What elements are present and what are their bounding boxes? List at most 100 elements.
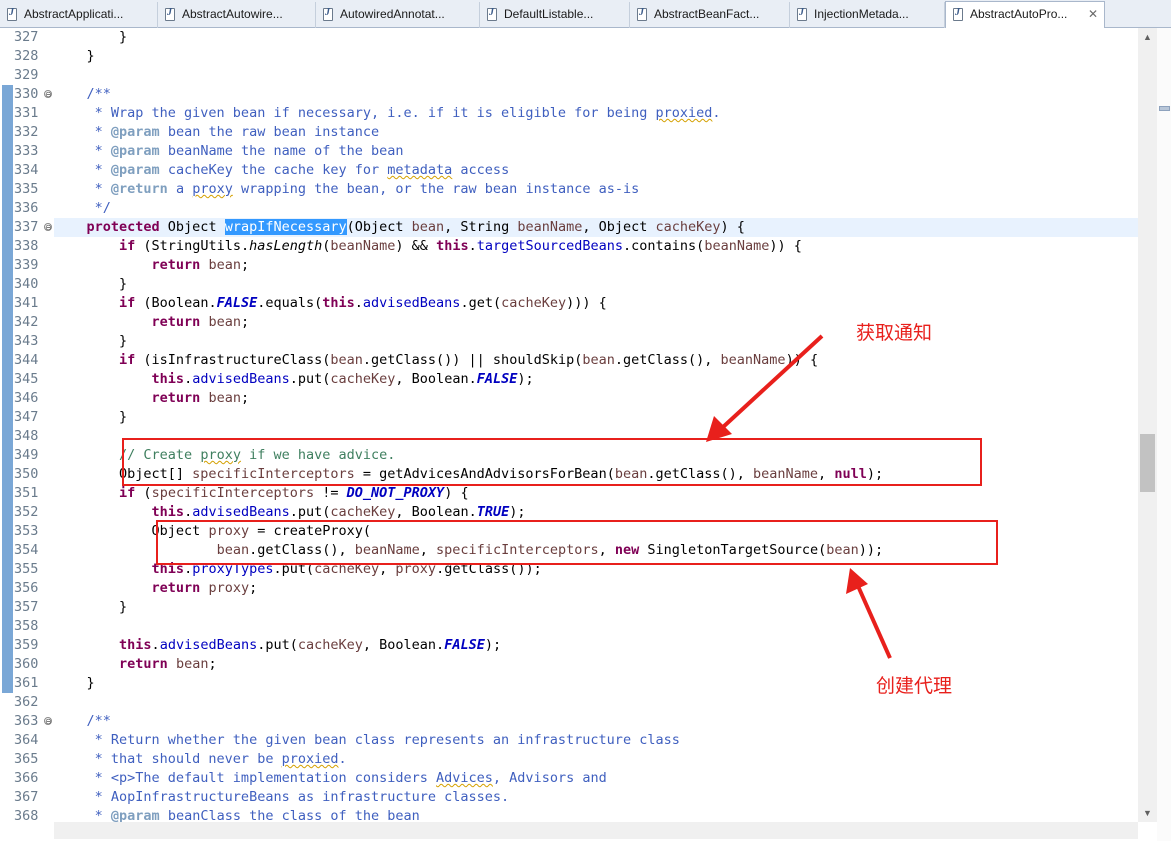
code-line[interactable]: * AopInfrastructureBeans as infrastructu… — [54, 788, 510, 807]
editor-tab[interactable]: DefaultListable... — [480, 2, 630, 28]
code-line[interactable]: } — [54, 674, 95, 693]
code-token: @param — [110, 162, 160, 178]
code-line[interactable]: } — [54, 408, 127, 427]
code-line[interactable]: * <p>The default implementation consider… — [54, 769, 607, 788]
code-token: ; — [240, 390, 250, 406]
line-number: 349 — [14, 447, 39, 463]
code-line[interactable]: return bean; — [54, 313, 250, 332]
code-line[interactable]: * Wrap the given bean if necessary, i.e.… — [54, 104, 721, 123]
code-line[interactable]: protected Object wrapIfNecessary(Object … — [54, 218, 745, 237]
editor-tab[interactable]: AutowiredAnnotat... — [316, 2, 480, 28]
code-line[interactable]: * @param beanName the name of the bean — [54, 142, 404, 161]
line-number: 346 — [14, 390, 39, 406]
horizontal-scrollbar[interactable] — [54, 822, 1138, 839]
close-tab-icon[interactable]: ✕ — [1088, 7, 1098, 21]
line-number: 359 — [14, 637, 39, 653]
code-line[interactable]: } — [54, 598, 127, 617]
line-number: 350 — [14, 466, 39, 482]
code-line[interactable]: } — [54, 332, 127, 351]
editor-tab[interactable]: AbstractApplicati... — [0, 2, 158, 28]
code-line[interactable]: * @param cacheKey the cache key for meta… — [54, 161, 510, 180]
code-token: access — [452, 162, 510, 178]
code-token: .put( — [257, 637, 298, 653]
editor-tab[interactable]: AbstractAutoPro... ✕ — [945, 1, 1105, 28]
fold-toggle-icon[interactable]: ⊖ — [44, 717, 52, 726]
code-token: @return — [110, 181, 168, 197]
editor-tab[interactable]: InjectionMetada... — [790, 2, 945, 28]
code-line[interactable]: */ — [54, 199, 111, 218]
code-line[interactable]: * @param bean the raw bean instance — [54, 123, 380, 142]
code-editor[interactable]: 327 328 329 330 331 332 333 334 335 336 337 338 339 3… — [0, 28, 1171, 841]
code-line[interactable]: * Return whether the given bean class re… — [54, 731, 680, 750]
code-token: bean — [330, 352, 363, 368]
overview-ruler-mark[interactable] — [1159, 106, 1170, 111]
code-line[interactable]: * @return a proxy wrapping the bean, or … — [54, 180, 640, 199]
code-token: return — [151, 390, 201, 406]
code-line[interactable]: if (StringUtils.hasLength(beanName) && t… — [54, 237, 802, 256]
code-line[interactable]: this.advisedBeans.put(cacheKey, Boolean.… — [54, 636, 501, 655]
code-line[interactable]: this.advisedBeans.put(cacheKey, Boolean.… — [54, 370, 534, 389]
editor-tab-label: AbstractAutowire... — [182, 7, 283, 21]
code-line[interactable]: /** — [54, 712, 111, 731]
code-token: if — [119, 485, 136, 501]
code-token: hasLength — [249, 238, 323, 254]
code-line[interactable]: return bean; — [54, 256, 250, 275]
code-token: return — [151, 580, 201, 596]
annotation-label-get-advice: 获取通知 — [856, 322, 933, 344]
line-number: 330 — [14, 86, 39, 102]
code-token: * that should never be — [54, 751, 282, 767]
code-token: .put( — [289, 371, 331, 387]
code-line[interactable]: } — [54, 28, 127, 47]
code-line[interactable]: if (isInfrastructureClass(bean.getClass(… — [54, 351, 818, 370]
code-line[interactable]: * that should never be proxied. — [54, 750, 347, 769]
code-line[interactable]: /** — [54, 85, 111, 104]
line-number: 367 — [14, 789, 39, 805]
editor-tab-label: AbstractAutoPro... — [970, 7, 1068, 21]
code-token: bean — [208, 257, 241, 273]
fold-toggle-icon[interactable]: ⊖ — [44, 223, 52, 232]
vertical-scroll-thumb[interactable] — [1140, 434, 1155, 492]
code-token: bean — [208, 314, 241, 330]
line-number: 365 — [14, 751, 39, 767]
code-line[interactable]: } — [54, 275, 127, 294]
scroll-up-arrow-icon[interactable]: ▲ — [1140, 30, 1155, 44]
line-number: 347 — [14, 409, 39, 425]
code-token: if — [119, 295, 136, 311]
scroll-down-arrow-icon[interactable]: ▼ — [1140, 806, 1155, 820]
code-token: * <p>The default implementation consider… — [54, 770, 437, 786]
code-token: DO_NOT_PROXY — [346, 485, 445, 501]
editor-tab[interactable]: AbstractBeanFact... — [630, 2, 790, 28]
overview-ruler[interactable] — [1157, 28, 1171, 841]
code-line[interactable]: if (specificInterceptors != DO_NOT_PROXY… — [54, 484, 469, 503]
java-file-icon — [487, 7, 497, 21]
code-token: (StringUtils. — [135, 238, 250, 254]
line-number: 368 — [14, 808, 39, 824]
code-token: return — [151, 314, 201, 330]
vertical-scrollbar[interactable] — [1138, 28, 1157, 822]
java-file-icon — [7, 7, 17, 21]
code-token: .getClass(), — [614, 352, 721, 368]
code-token: FALSE — [216, 295, 258, 311]
code-line[interactable]: if (Boolean.FALSE.equals(this.advisedBea… — [54, 294, 607, 313]
line-number: 363 — [14, 713, 39, 729]
java-file-icon — [165, 7, 175, 21]
editor-tab-label: DefaultListable... — [504, 7, 594, 21]
code-token: } — [54, 29, 128, 45]
code-token: beanName — [330, 238, 396, 254]
code-token: , String — [444, 219, 518, 235]
code-token: .getClass()) || shouldSkip( — [362, 352, 583, 368]
code-token: proxied — [281, 751, 339, 767]
code-line[interactable]: return proxy; — [54, 579, 258, 598]
code-line[interactable]: return bean; — [54, 389, 250, 408]
java-file-icon — [953, 7, 963, 21]
code-line[interactable]: } — [54, 47, 95, 66]
line-number: 336 — [14, 200, 39, 216]
editor-tab[interactable]: AbstractAutowire... — [158, 2, 316, 28]
fold-toggle-icon[interactable]: ⊖ — [44, 90, 52, 99]
annotation-label-create-proxy: 创建代理 — [876, 675, 953, 697]
code-line[interactable]: return bean; — [54, 655, 217, 674]
line-number: 332 — [14, 124, 39, 140]
